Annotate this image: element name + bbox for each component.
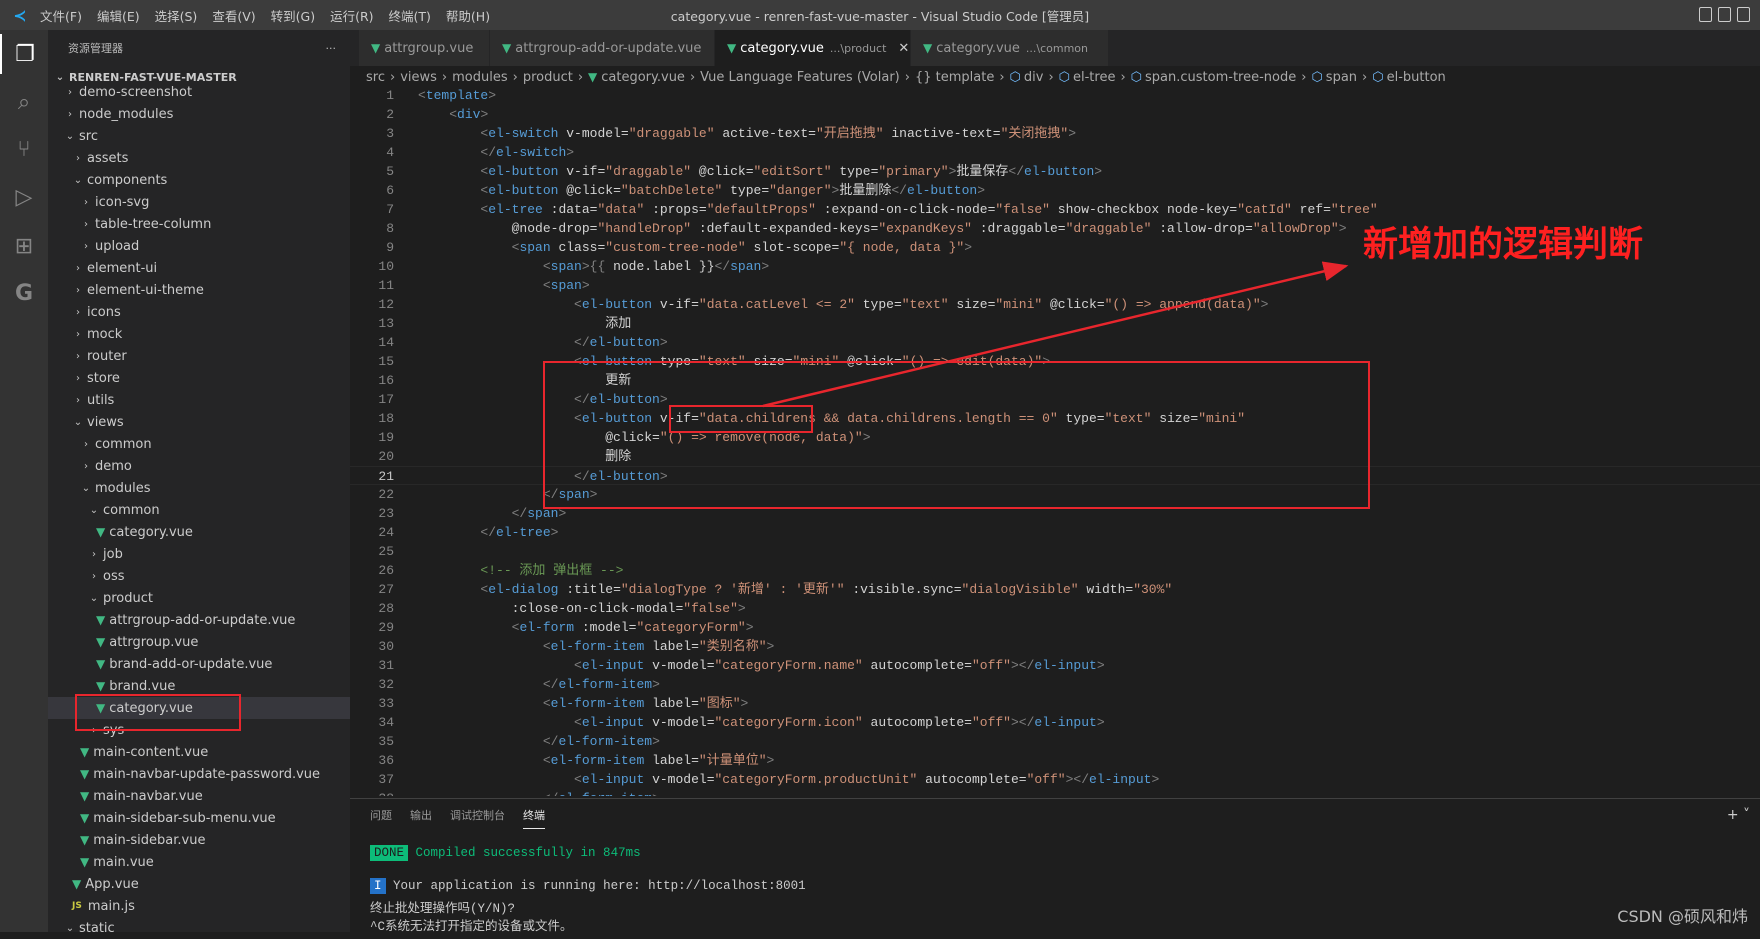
- annotation-text: 新增加的逻辑判断: [1363, 225, 1644, 265]
- annotation-arrow: [762, 261, 1349, 408]
